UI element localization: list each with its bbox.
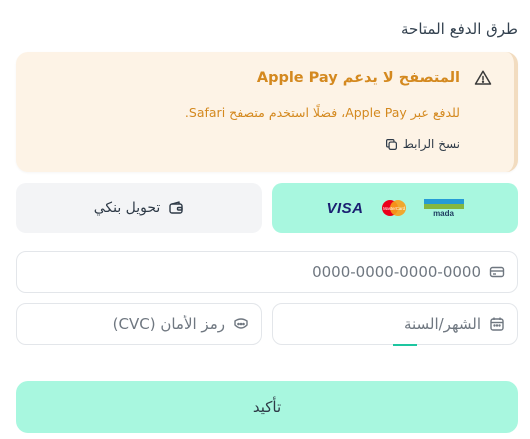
- wallet-icon: [169, 201, 184, 214]
- bank-transfer-option[interactable]: تحويل بنكي: [16, 183, 262, 233]
- calendar-icon: [490, 317, 504, 331]
- card-number-field[interactable]: [16, 251, 518, 293]
- copy-link-button[interactable]: نسخ الرابط: [385, 137, 460, 151]
- mastercard-logo: MasterCard: [381, 200, 406, 216]
- visa-logo: VISA: [326, 199, 364, 217]
- section-title: طرق الدفع المتاحة: [401, 20, 518, 38]
- confirm-button[interactable]: تأكيد: [16, 381, 518, 433]
- mastercard-label: MasterCard: [383, 206, 406, 211]
- bank-transfer-label: تحويل بنكي: [93, 200, 161, 216]
- card-number-input[interactable]: [29, 263, 481, 281]
- warning-icon: [474, 70, 492, 85]
- apple-pay-warning: المتصفح لا يدعم Apple Pay للدفع عبر Appl…: [16, 52, 518, 172]
- card-icon: [489, 266, 505, 278]
- warning-text: للدفع عبر Apple Pay، فضلًا استخدم متصفح …: [184, 105, 460, 120]
- cvc-field[interactable]: [16, 303, 262, 345]
- expiry-field[interactable]: [272, 303, 518, 345]
- expiry-focus-indicator: [393, 344, 417, 346]
- warning-title: المتصفح لا يدعم Apple Pay: [256, 70, 460, 86]
- card-payment-option[interactable]: mada MasterCard VISA: [272, 183, 518, 233]
- cvc-input[interactable]: [29, 315, 225, 333]
- cvc-icon: [234, 318, 248, 329]
- expiry-input[interactable]: [285, 315, 481, 333]
- mada-logo: mada: [423, 198, 464, 218]
- copy-icon: [385, 138, 397, 150]
- copy-link-label: نسخ الرابط: [402, 137, 460, 151]
